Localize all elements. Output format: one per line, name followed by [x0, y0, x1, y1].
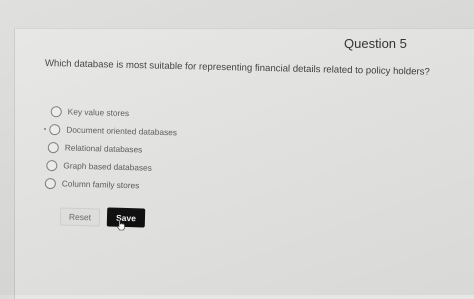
- question-title: Question 5: [344, 36, 407, 51]
- option-label: Document oriented databases: [66, 124, 178, 138]
- radio-unchecked-icon[interactable]: [47, 141, 59, 153]
- radio-unchecked-icon[interactable]: [46, 159, 58, 171]
- quiz-screen: Question 5 Which database is most suitab…: [0, 0, 474, 299]
- answer-options: Key value stores Document oriented datab…: [44, 102, 178, 195]
- option-label: Column family stores: [61, 178, 140, 191]
- reset-button[interactable]: Reset: [59, 207, 101, 227]
- save-button[interactable]: Save: [106, 207, 146, 228]
- radio-unchecked-icon[interactable]: [44, 177, 57, 189]
- radio-unchecked-icon[interactable]: [49, 123, 61, 135]
- option-label: Key value stores: [67, 106, 130, 119]
- focus-dot: [44, 128, 46, 130]
- option-label: Relational databases: [64, 142, 143, 155]
- radio-unchecked-icon[interactable]: [50, 105, 62, 117]
- option-label: Graph based databases: [63, 160, 153, 173]
- hand-pointer-icon: [117, 219, 125, 231]
- option-column-family-stores[interactable]: Column family stores: [44, 174, 173, 195]
